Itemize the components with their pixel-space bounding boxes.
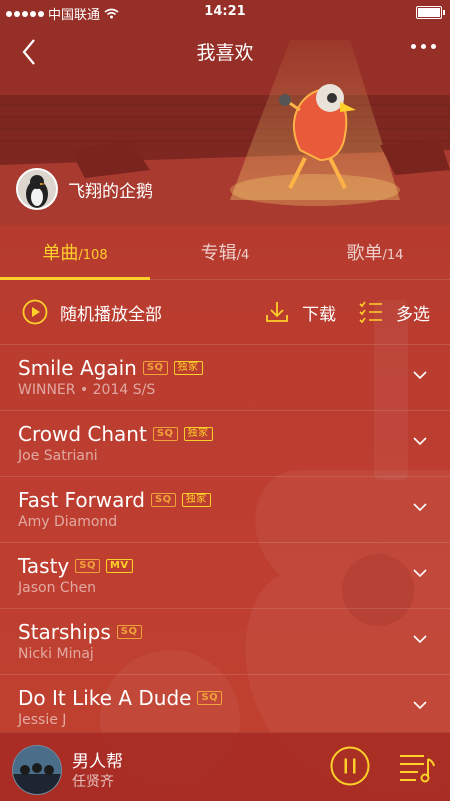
now-playing-artist: 任贤齐 xyxy=(72,774,114,790)
song-list: Smile Again SQ 独家 WINNER • 2014 S/S Crowd Ch… xyxy=(0,345,450,741)
mv-badge[interactable]: MV xyxy=(105,559,133,573)
sq-badge: SQ xyxy=(150,493,176,507)
song-artist: WINNER • 2014 S/S xyxy=(18,382,156,398)
tab-singles[interactable]: 单曲/108 xyxy=(0,239,150,265)
tab-label: 专辑 xyxy=(200,243,237,264)
tab-count: /14 xyxy=(382,248,404,263)
song-title-line: Crowd Chant SQ 独家 xyxy=(18,422,213,446)
action-toolbar: 随机播放全部 下载 多选 xyxy=(0,280,450,345)
song-row[interactable]: Smile Again SQ 独家 WINNER • 2014 S/S xyxy=(0,345,450,411)
user-profile[interactable]: 飞翔的企鹅 xyxy=(16,168,153,210)
multi-select-icon xyxy=(359,301,382,324)
tab-bar: 单曲/108 专辑/4 歌单/14 xyxy=(0,225,450,280)
tab-playlists[interactable]: 歌单/14 xyxy=(300,239,450,265)
status-time: 14:21 xyxy=(204,4,246,19)
song-title: Starships xyxy=(18,620,111,644)
sq-badge: SQ xyxy=(75,559,100,573)
song-row[interactable]: Fast Forward SQ 独家 Amy Diamond xyxy=(0,477,450,543)
song-artist: Jessie J xyxy=(18,712,67,728)
chevron-down-icon[interactable] xyxy=(412,565,428,581)
song-row[interactable]: Tasty SQ MV Jason Chen xyxy=(0,543,450,609)
song-row[interactable]: Starships SQ Nicki Minaj xyxy=(0,609,450,675)
song-title-line: Smile Again SQ 独家 xyxy=(18,356,203,380)
tab-count: /108 xyxy=(78,248,108,263)
exclusive-badge: 独家 xyxy=(173,361,203,375)
chevron-down-icon[interactable] xyxy=(412,367,428,383)
song-title-line: Tasty SQ MV xyxy=(18,554,133,578)
sq-badge: SQ xyxy=(116,625,142,639)
multi-select-label: 多选 xyxy=(396,304,430,325)
song-title: Tasty xyxy=(18,554,70,578)
song-title-line: Fast Forward SQ 独家 xyxy=(18,488,211,512)
mini-player[interactable]: 男人帮 任贤齐 xyxy=(0,732,450,801)
tab-count: /4 xyxy=(236,248,250,263)
shuffle-play-all-button[interactable]: 随机播放全部 xyxy=(22,299,162,325)
exclusive-badge: 独家 xyxy=(183,427,213,441)
song-artist: Nicki Minaj xyxy=(18,646,94,662)
song-artist: Joe Satriani xyxy=(18,448,98,464)
song-row[interactable]: Crowd Chant SQ 独家 Joe Satriani xyxy=(0,411,450,477)
song-title-line: Starships SQ xyxy=(18,620,142,644)
play-circle-icon xyxy=(22,299,48,325)
sq-badge: SQ xyxy=(152,427,178,441)
exclusive-badge: 独家 xyxy=(181,493,211,507)
battery-icon xyxy=(416,6,445,19)
download-button[interactable]: 下载 xyxy=(264,299,336,325)
avatar[interactable] xyxy=(16,168,58,210)
shuffle-play-all-label: 随机播放全部 xyxy=(60,304,162,325)
pause-icon[interactable] xyxy=(330,746,370,786)
song-artist: Jason Chen xyxy=(18,580,97,596)
status-bar: 中国联通 14:21 xyxy=(0,0,450,24)
song-title: Crowd Chant xyxy=(18,422,147,446)
sq-badge: SQ xyxy=(197,691,223,705)
song-title: Fast Forward xyxy=(18,488,145,512)
album-cover-art xyxy=(13,746,61,794)
chevron-down-icon[interactable] xyxy=(412,433,428,449)
chevron-down-icon[interactable] xyxy=(412,631,428,647)
now-playing-title: 男人帮 xyxy=(72,752,123,772)
nav-bar: 我喜欢 xyxy=(0,30,450,74)
penguin-icon xyxy=(18,170,56,208)
song-title: Do It Like A Dude xyxy=(18,686,192,710)
tab-label: 单曲 xyxy=(42,243,79,264)
download-icon xyxy=(266,302,288,322)
tab-albums[interactable]: 专辑/4 xyxy=(150,239,300,265)
album-cover[interactable] xyxy=(12,745,62,795)
song-title-line: Do It Like A Dude SQ xyxy=(18,686,223,710)
user-name: 飞翔的企鹅 xyxy=(68,181,153,202)
download-label: 下载 xyxy=(302,304,336,325)
multi-select-button[interactable]: 多选 xyxy=(358,299,430,325)
chevron-down-icon[interactable] xyxy=(412,499,428,515)
song-title: Smile Again xyxy=(18,356,137,380)
more-icon[interactable] xyxy=(411,44,436,49)
chevron-down-icon[interactable] xyxy=(412,697,428,713)
page-title: 我喜欢 xyxy=(196,42,254,64)
song-artist: Amy Diamond xyxy=(18,514,118,530)
tab-label: 歌单 xyxy=(346,243,383,264)
sq-badge: SQ xyxy=(142,361,168,375)
playlist-icon[interactable] xyxy=(398,751,436,783)
